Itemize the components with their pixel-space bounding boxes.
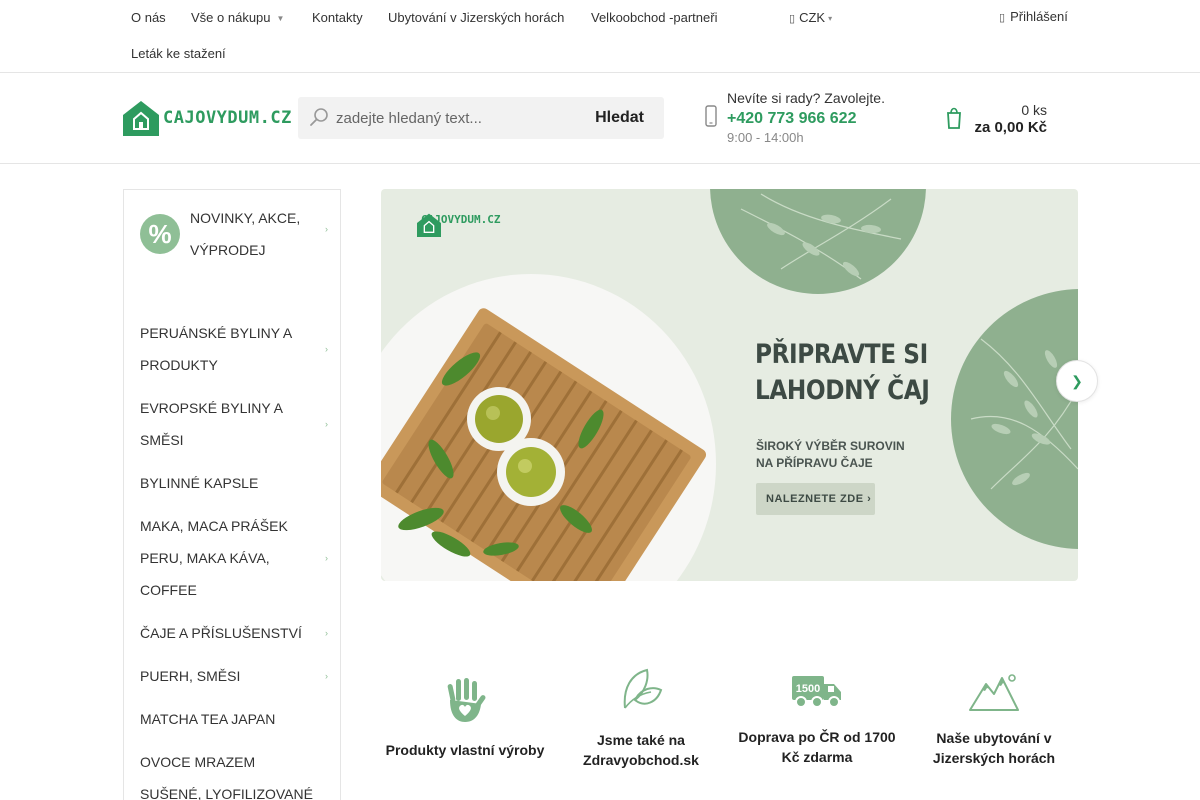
chevron-right-icon: ›	[325, 553, 328, 563]
help-text: Nevíte si rady? Zavolejte.	[727, 90, 885, 106]
sidebar-item-label: EVROPSKÉ BYLINY A SMĚSI	[140, 400, 283, 448]
currency-selector[interactable]: ▯ CZK ▾	[789, 10, 832, 25]
chevron-right-icon: ›	[325, 344, 328, 354]
banner-headline-line: PŘIPRAVTE SI	[755, 339, 928, 370]
chevron-right-icon: ❯	[1071, 373, 1083, 389]
nav-accommodation[interactable]: Ubytování v Jizerských horách	[388, 10, 564, 25]
hand-heart-icon	[447, 678, 486, 722]
sidebar-item-label: MATCHA TEA JAPAN	[140, 711, 276, 727]
search-icon	[310, 108, 328, 126]
tea-tray-illustration	[381, 189, 1078, 581]
sidebar-item-herbal-capsules[interactable]: BYLINNÉ KAPSLE	[140, 467, 330, 499]
benefit-free-shipping[interactable]: 1500 Doprava po ČR od 1700 Kč zdarma	[729, 673, 905, 767]
sidebar-item-maca[interactable]: MAKA, MACA PRÁŠEK PERU, MAKA KÁVA, COFFE…	[140, 510, 330, 606]
hero-banner[interactable]: CAJOVYDUM.CZ PŘIPRAVTE SI LAHODNÝ ČAJ ŠI…	[381, 189, 1078, 581]
benefit-label: Produkty vlastní výroby	[385, 742, 545, 758]
sidebar-item-label: PERUÁNSKÉ BYLINY A PRODUKTY	[140, 325, 292, 373]
nav-contacts[interactable]: Kontakty	[312, 10, 363, 25]
opening-hours: 9:00 - 14:00h	[727, 130, 804, 145]
login-label: Přihlášení	[1010, 9, 1068, 24]
leaf-icon	[623, 668, 663, 709]
cart-total: za 0,00 Kč	[974, 119, 1047, 136]
sidebar-item-puerh[interactable]: PUERH, SMĚSI ›	[140, 660, 330, 692]
slider-next-button[interactable]: ❯	[1056, 360, 1098, 402]
nav-shopping-info[interactable]: Vše o nákupu ▼	[191, 10, 284, 25]
search-button[interactable]: Hledat	[595, 109, 644, 127]
nav-wholesale[interactable]: Velkoobchod -partneři	[591, 10, 717, 25]
chevron-right-icon: ›	[325, 628, 328, 638]
top-navigation: O nás Vše o nákupu ▼ Kontakty Ubytování v…	[0, 0, 1200, 73]
truck-icon: 1500	[792, 676, 841, 708]
chevron-right-icon: ›	[325, 224, 328, 234]
sidebar-item-label: NOVINKY, AKCE, VÝPRODEJ	[190, 210, 301, 258]
nav-shopping-info-label: Vše o nákupu	[191, 10, 271, 25]
chevron-right-icon: ›	[325, 671, 328, 681]
sidebar-item-label: MAKA, MACA PRÁŠEK PERU, MAKA KÁVA, COFFE…	[140, 518, 288, 598]
site-header: CAJOVYDUM.CZ Hledat Nevíte si rady? Zavo…	[0, 73, 1200, 164]
cart-count: 0 ks	[1021, 102, 1047, 118]
benefit-label: Jsme také na Zdravyobchod.sk	[583, 732, 699, 768]
chevron-right-icon: ›	[325, 419, 328, 429]
house-logo-icon	[123, 101, 159, 136]
sidebar-item-freeze-dried-fruit[interactable]: OVOCE MRAZEM SUŠENÉ, LYOFILIZOVANÉ	[140, 746, 330, 800]
benefit-accommodation[interactable]: Naše ubytování v Jizerských horách	[906, 670, 1082, 768]
search-bar: Hledat	[298, 97, 664, 139]
banner-subtitle-line: NA PŘÍPRAVU ČAJE	[756, 456, 873, 470]
lock-icon: ▯	[999, 12, 1006, 24]
sidebar-item-label: BYLINNÉ KAPSLE	[140, 475, 259, 491]
nav-about[interactable]: O nás	[131, 10, 166, 25]
search-input[interactable]	[336, 105, 576, 131]
benefit-zdravyobchod[interactable]: Jsme také na Zdravyobchod.sk	[553, 666, 729, 770]
category-sidebar: % NOVINKY, AKCE, VÝPRODEJ › PERUÁNSKÉ BY…	[123, 189, 341, 800]
sidebar-item-peruvian-herbs[interactable]: PERUÁNSKÉ BYLINY A PRODUKTY ›	[140, 317, 330, 381]
banner-logo: CAJOVYDUM.CZ	[417, 213, 500, 237]
currency-label: CZK	[799, 10, 826, 25]
banner-subtitle: ŠIROKÝ VÝBĚR SUROVIN NA PŘÍPRAVU ČAJE	[756, 438, 905, 472]
benefit-label: Naše ubytování v Jizerských horách	[932, 730, 1056, 766]
logo-text: CAJOVYDUM.CZ	[163, 108, 292, 128]
benefit-label: Doprava po ČR od 1700 Kč zdarma	[738, 729, 896, 765]
truck-badge-text: 1500	[796, 683, 820, 695]
nav-leaflet[interactable]: Leták ke stažení	[131, 46, 226, 61]
mountains-icon	[969, 674, 1019, 711]
chevron-down-icon: ▼	[276, 14, 285, 23]
phone-number-link[interactable]: +420 773 966 622	[727, 110, 856, 128]
banner-cta-button[interactable]: NALEZNETE ZDE ›	[756, 483, 875, 515]
benefit-own-production[interactable]: Produkty vlastní výroby	[377, 676, 553, 760]
chevron-down-icon: ▾	[828, 14, 833, 23]
wallet-icon: ▯	[789, 13, 796, 25]
site-logo[interactable]: CAJOVYDUM.CZ	[123, 100, 292, 136]
banner-headline-line: LAHODNÝ ČAJ	[755, 375, 930, 406]
house-logo-icon	[417, 213, 441, 237]
percent-icon: %	[140, 214, 180, 254]
login-link[interactable]: ▯ Přihlášení	[999, 9, 1068, 24]
sidebar-item-teas-accessories[interactable]: ČAJE A PŘÍSLUŠENSTVÍ ›	[140, 617, 330, 649]
sidebar-item-european-herbs[interactable]: EVROPSKÉ BYLINY A SMĚSI ›	[140, 392, 330, 456]
banner-headline: PŘIPRAVTE SI LAHODNÝ ČAJ	[755, 337, 930, 409]
sidebar-item-label: ČAJE A PŘÍSLUŠENSTVÍ	[140, 625, 302, 641]
banner-subtitle-line: ŠIROKÝ VÝBĚR SUROVIN	[756, 439, 905, 453]
sidebar-item-matcha[interactable]: MATCHA TEA JAPAN	[140, 703, 330, 735]
phone-icon	[705, 105, 717, 127]
sidebar-item-label: PUERH, SMĚSI	[140, 668, 241, 684]
sidebar-item-label: OVOCE MRAZEM SUŠENÉ, LYOFILIZOVANÉ	[140, 754, 313, 800]
